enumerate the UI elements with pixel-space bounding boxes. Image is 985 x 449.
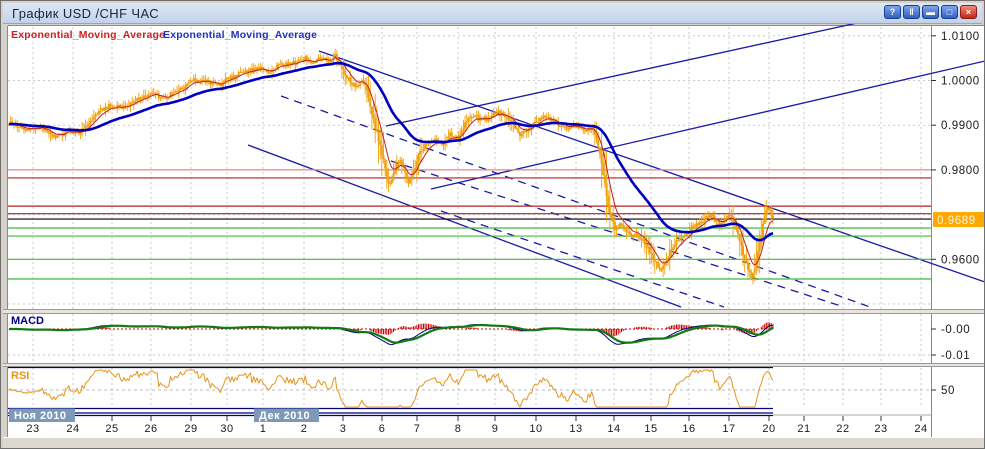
- time-axis-label: 21: [797, 423, 810, 435]
- time-axis-label: 9: [492, 423, 499, 435]
- macd-label: MACD: [11, 315, 44, 327]
- time-axis-label: 10: [529, 423, 542, 435]
- time-axis-label: 20: [762, 423, 775, 435]
- price-axis-label: 0.9600: [941, 254, 980, 266]
- time-axis-label: 15: [644, 423, 657, 435]
- time-axis-label: 23: [26, 423, 39, 435]
- price-axis-label: 1.0100: [941, 31, 980, 43]
- time-axis-label: 24: [66, 423, 79, 435]
- svg-text:Ноя 2010: Ноя 2010: [14, 410, 66, 422]
- time-axis-label: 17: [722, 423, 735, 435]
- time-axis-label: 6: [379, 423, 386, 435]
- svg-text:0.9689: 0.9689: [937, 215, 976, 227]
- month-badge: Дек 2010: [254, 408, 319, 422]
- svg-text:-0.01: -0.01: [941, 350, 970, 362]
- minimize-button[interactable]: ▬: [922, 5, 939, 19]
- titlebar[interactable]: График USD /CHF ЧАС ? ‖ ▬ □ ×: [3, 3, 982, 24]
- time-axis-label: 14: [607, 423, 620, 435]
- time-axis-label: 13: [569, 423, 582, 435]
- legend-ema-label: Exponential_Moving_Average: [11, 29, 165, 41]
- time-axis-label: 30: [220, 423, 233, 435]
- time-axis-label: 7: [414, 423, 421, 435]
- window-controls: ? ‖ ▬ □ ×: [884, 5, 977, 19]
- time-axis-label: 1: [260, 423, 267, 435]
- current-price-tag: 0.9689: [933, 212, 984, 228]
- maximize-button[interactable]: □: [941, 5, 958, 19]
- time-axis-label: 23: [874, 423, 887, 435]
- chart-window: График USD /CHF ЧАС ? ‖ ▬ □ × 1.0100 1.0000 0.…: [0, 0, 985, 449]
- price-axis-label: 0.9900: [941, 120, 980, 132]
- svg-text:-0.00: -0.00: [941, 324, 970, 336]
- rsi-label: RSI: [11, 370, 29, 382]
- pause-button[interactable]: ‖: [903, 5, 920, 19]
- month-badge: Ноя 2010: [9, 408, 75, 422]
- window-title: График USD /CHF ЧАС: [12, 6, 160, 21]
- time-axis-label: 26: [144, 423, 157, 435]
- time-axis-label: 25: [105, 423, 118, 435]
- svg-text:50: 50: [941, 385, 955, 397]
- time-axis-label: 3: [340, 423, 347, 435]
- svg-text:Дек 2010: Дек 2010: [259, 410, 310, 422]
- time-axis-label: 29: [184, 423, 197, 435]
- time-axis-label: 24: [914, 423, 927, 435]
- legend-ema-label: Exponential_Moving_Average: [163, 29, 317, 41]
- price-axis-label: 0.9800: [941, 165, 980, 177]
- close-button[interactable]: ×: [960, 5, 977, 19]
- time-axis-label: 2: [301, 423, 308, 435]
- price-axis-label: 1.0000: [941, 76, 980, 88]
- help-button[interactable]: ?: [884, 5, 901, 19]
- chart-canvas[interactable]: 1.0100 1.0000 0.9900 0.9800 0.9600 -0.00 -0.01…: [1, 24, 985, 449]
- time-axis-label: 16: [682, 423, 695, 435]
- time-axis-label: 22: [836, 423, 849, 435]
- time-axis-label: 8: [455, 423, 462, 435]
